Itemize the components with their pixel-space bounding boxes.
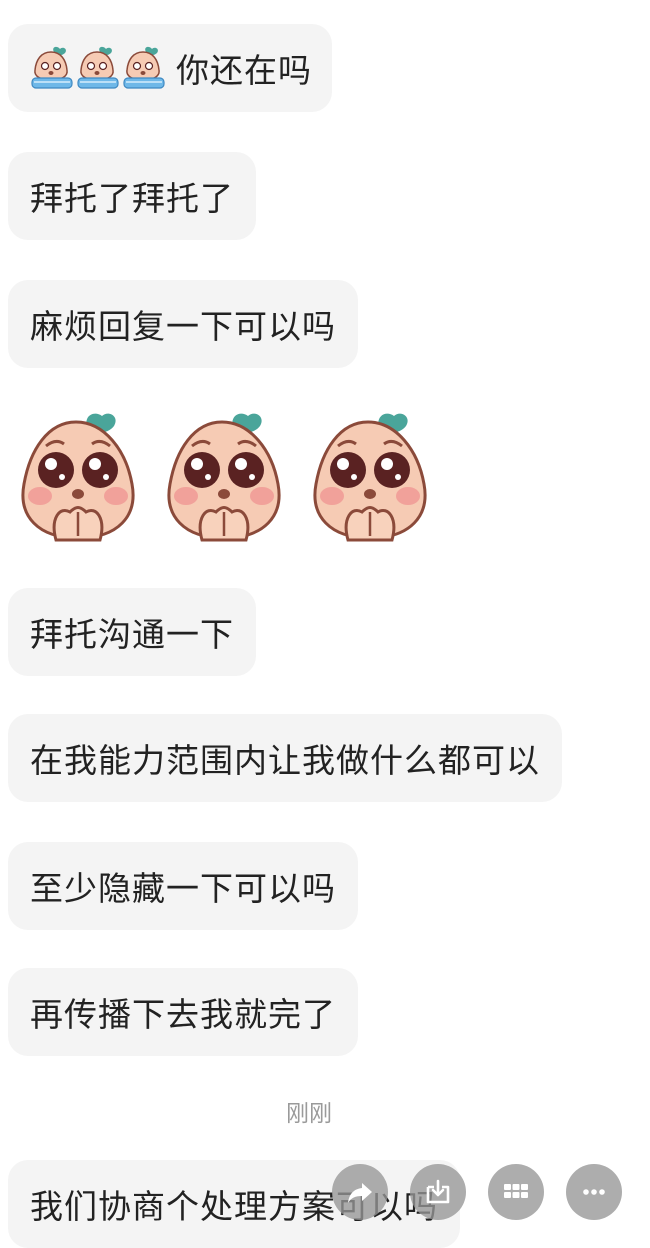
sticker-message[interactable]	[16, 408, 432, 544]
crying-peach-emoji	[76, 46, 120, 90]
more-button[interactable]	[566, 1164, 622, 1220]
message-text: 至少隐藏一下可以吗	[30, 869, 336, 908]
pleading-peach-sticker	[162, 408, 286, 544]
crying-peach-emoji	[30, 46, 74, 90]
timestamp: 刚刚	[286, 1101, 332, 1127]
message-text: 你还在吗	[176, 51, 312, 90]
message-text: 在我能力范围内让我做什么都可以	[30, 741, 540, 780]
message-text: 再传播下去我就完了	[30, 995, 336, 1034]
crying-peach-emoji	[122, 46, 166, 90]
share-arrow-icon	[348, 1183, 372, 1203]
share-button[interactable]	[332, 1164, 388, 1220]
chat-bubble[interactable]: 麻烦回复一下可以吗	[8, 280, 358, 368]
message-text: 麻烦回复一下可以吗	[30, 307, 336, 346]
chat-bubble[interactable]: 至少隐藏一下可以吗	[8, 842, 358, 930]
chat-bubble[interactable]: 你还在吗	[8, 24, 332, 112]
chat-bubble[interactable]: 拜托沟通一下	[8, 588, 256, 676]
crying-emoji-group	[30, 46, 166, 90]
save-button[interactable]	[410, 1164, 466, 1220]
more-dots-icon	[583, 1189, 605, 1195]
download-box-icon	[426, 1179, 450, 1204]
message-text: 拜托了拜托了	[30, 179, 234, 218]
pleading-peach-sticker	[308, 408, 432, 544]
chat-bubble[interactable]: 我们协商个处理方案可以吗	[8, 1160, 460, 1248]
chat-bubble[interactable]: 拜托了拜托了	[8, 152, 256, 240]
pleading-peach-sticker	[16, 408, 140, 544]
chat-bubble[interactable]: 再传播下去我就完了	[8, 968, 358, 1056]
chat-bubble[interactable]: 在我能力范围内让我做什么都可以	[8, 714, 562, 802]
grid-button[interactable]	[488, 1164, 544, 1220]
message-text: 拜托沟通一下	[30, 615, 234, 654]
grid-icon	[504, 1184, 528, 1198]
